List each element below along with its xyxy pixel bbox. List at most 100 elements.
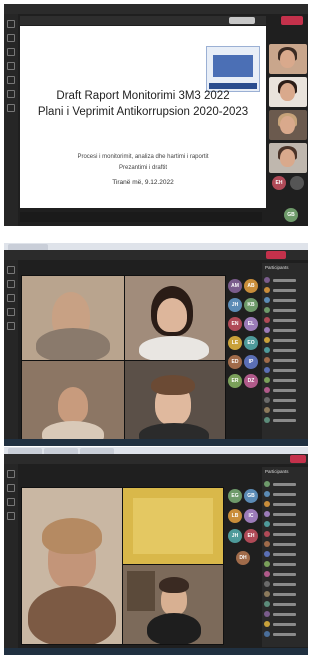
video-tile[interactable] bbox=[269, 44, 307, 74]
teams-icon[interactable] bbox=[7, 294, 15, 302]
video-tile[interactable] bbox=[269, 77, 307, 107]
leave-button[interactable] bbox=[266, 251, 286, 259]
avatar bbox=[290, 176, 304, 190]
avatar: ER bbox=[228, 374, 242, 388]
slide-subtitle-line2: Prezantimi i draftit bbox=[118, 165, 167, 171]
avatar: EL bbox=[244, 317, 258, 331]
browser-tab-strip bbox=[4, 447, 308, 454]
list-item[interactable] bbox=[264, 407, 306, 414]
list-item[interactable] bbox=[264, 481, 306, 488]
teams-gallery-screenshot: AM AB JH KB EN EL LE EO ED IP ER DZ Part… bbox=[4, 243, 308, 446]
avatar: ED bbox=[228, 355, 242, 369]
activity-icon[interactable] bbox=[7, 266, 15, 274]
chat-icon[interactable] bbox=[7, 484, 15, 492]
windows-taskbar bbox=[4, 439, 308, 446]
avatar: EN bbox=[228, 317, 242, 331]
participants-panel: Participants bbox=[262, 467, 308, 647]
files-icon[interactable] bbox=[7, 90, 15, 98]
list-item[interactable] bbox=[264, 551, 306, 558]
list-item[interactable] bbox=[264, 631, 306, 638]
list-item[interactable] bbox=[264, 601, 306, 608]
avatar: JH bbox=[228, 529, 242, 543]
avatar: EH bbox=[272, 176, 286, 190]
leave-button[interactable] bbox=[281, 16, 303, 25]
avatar: EO bbox=[244, 336, 258, 350]
list-item[interactable] bbox=[264, 357, 306, 364]
teams-icon[interactable] bbox=[7, 498, 15, 506]
participants-panel-title: Participants bbox=[265, 265, 289, 270]
stop-presenting-button[interactable] bbox=[229, 17, 255, 24]
list-item[interactable] bbox=[264, 287, 306, 294]
list-item[interactable] bbox=[264, 621, 306, 628]
list-item[interactable] bbox=[264, 611, 306, 618]
calendar-icon[interactable] bbox=[7, 62, 15, 70]
chat-icon[interactable] bbox=[7, 280, 15, 288]
list-item[interactable] bbox=[264, 561, 306, 568]
video-tile[interactable] bbox=[21, 360, 125, 446]
list-item[interactable] bbox=[264, 581, 306, 588]
apps-icon[interactable] bbox=[7, 104, 15, 112]
list-item[interactable] bbox=[264, 491, 306, 498]
teams-presentation-screenshot: Draft Raport Monitorimi 3M3 2022 Plani i… bbox=[4, 4, 308, 226]
participants-panel: Participants bbox=[262, 263, 308, 439]
list-item[interactable] bbox=[264, 327, 306, 334]
calendar-icon[interactable] bbox=[7, 512, 15, 520]
avatar: GB bbox=[284, 208, 298, 222]
list-item[interactable] bbox=[264, 307, 306, 314]
avatar: AM bbox=[228, 279, 242, 293]
list-item[interactable] bbox=[264, 531, 306, 538]
browser-tab-strip bbox=[4, 243, 308, 250]
list-item[interactable] bbox=[264, 397, 306, 404]
avatar: DZ bbox=[244, 374, 258, 388]
video-tile[interactable] bbox=[21, 275, 125, 361]
title-bar bbox=[4, 4, 308, 14]
calendar-icon[interactable] bbox=[7, 308, 15, 316]
avatar: EG bbox=[228, 489, 242, 503]
avatar: JH bbox=[228, 298, 242, 312]
list-item[interactable] bbox=[264, 541, 306, 548]
video-tile[interactable] bbox=[124, 275, 226, 361]
list-item[interactable] bbox=[264, 337, 306, 344]
activity-icon[interactable] bbox=[7, 20, 15, 28]
list-item[interactable] bbox=[264, 591, 306, 598]
files-icon[interactable] bbox=[7, 322, 15, 330]
avatar: LB bbox=[228, 509, 242, 523]
activity-icon[interactable] bbox=[7, 470, 15, 478]
list-item[interactable] bbox=[264, 377, 306, 384]
list-item[interactable] bbox=[264, 521, 306, 528]
video-tile[interactable] bbox=[122, 564, 224, 645]
avatar: AB bbox=[244, 279, 258, 293]
video-tile[interactable] bbox=[124, 360, 226, 446]
left-app-rail bbox=[4, 464, 18, 655]
list-item[interactable] bbox=[264, 417, 306, 424]
slide-subtitle-line1: Procesi i monitorimit, analiza dhe harti… bbox=[77, 154, 209, 160]
meeting-toolbar bbox=[4, 250, 308, 260]
left-app-rail bbox=[4, 260, 18, 446]
video-tile[interactable] bbox=[269, 143, 307, 173]
chat-icon[interactable] bbox=[7, 34, 15, 42]
teams-icon[interactable] bbox=[7, 48, 15, 56]
shared-slide: Draft Raport Monitorimi 3M3 2022 Plani i… bbox=[20, 26, 266, 208]
avatar: LE bbox=[228, 336, 242, 350]
list-item[interactable] bbox=[264, 571, 306, 578]
teams-speaker-screenshot: EG GB LB IC JH EH DH Participants bbox=[4, 447, 308, 655]
left-app-rail bbox=[4, 14, 18, 226]
video-tile[interactable] bbox=[269, 110, 307, 140]
avatar: EH bbox=[244, 529, 258, 543]
bottom-status-bar bbox=[20, 212, 262, 222]
list-item[interactable] bbox=[264, 501, 306, 508]
list-item[interactable] bbox=[264, 347, 306, 354]
list-item[interactable] bbox=[264, 511, 306, 518]
slide-title-line2: Plani i Veprimit Antikorrupsion 2020-202… bbox=[37, 106, 249, 118]
list-item[interactable] bbox=[264, 277, 306, 284]
list-item[interactable] bbox=[264, 387, 306, 394]
video-tile[interactable] bbox=[21, 487, 123, 645]
calls-icon[interactable] bbox=[7, 76, 15, 84]
video-tile[interactable] bbox=[122, 487, 224, 565]
list-item[interactable] bbox=[264, 297, 306, 304]
list-item[interactable] bbox=[264, 317, 306, 324]
windows-taskbar bbox=[4, 648, 308, 655]
list-item[interactable] bbox=[264, 367, 306, 374]
avatar: KB bbox=[244, 298, 258, 312]
leave-button[interactable] bbox=[290, 455, 306, 463]
